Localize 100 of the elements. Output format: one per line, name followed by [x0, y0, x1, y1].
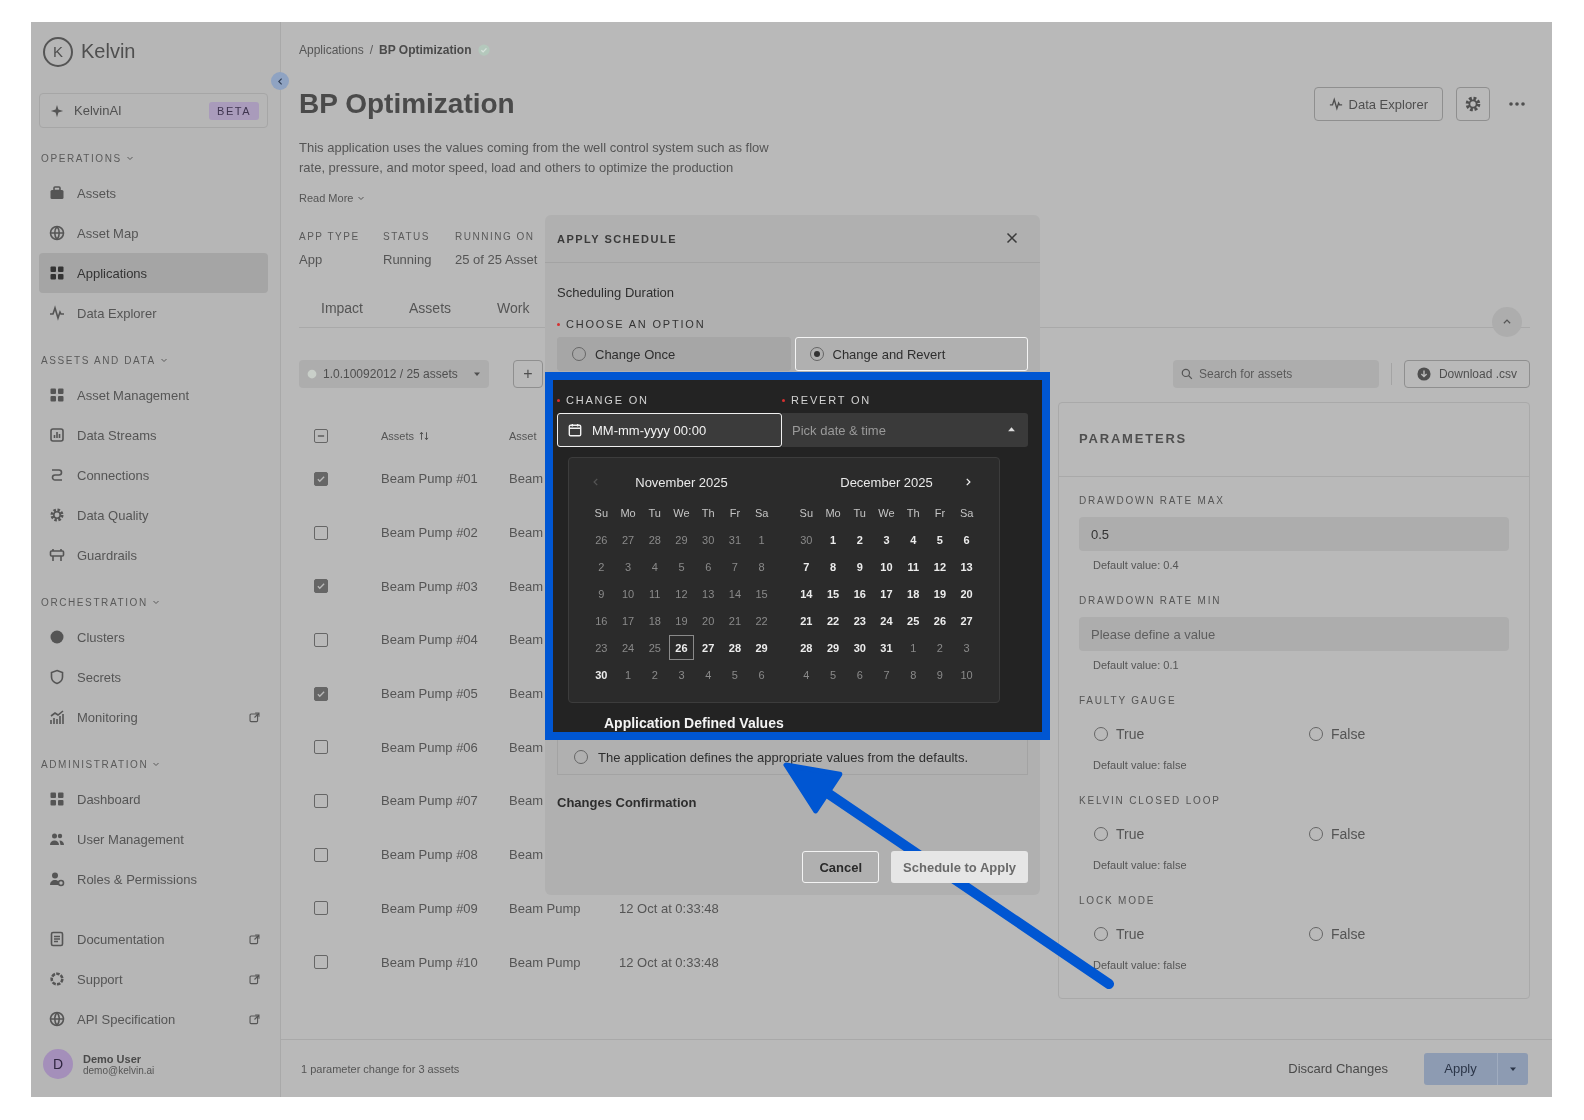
calendar-day[interactable]: 27 — [954, 608, 980, 633]
checkbox[interactable] — [314, 429, 328, 443]
weekday-label: Tu — [648, 507, 661, 519]
add-button[interactable]: + — [513, 360, 543, 388]
calendar-day[interactable]: 7 — [793, 554, 819, 579]
weekday-label: Mo — [620, 507, 636, 519]
breadcrumb-link[interactable]: Applications — [299, 43, 364, 57]
calendar-day[interactable]: 17 — [874, 581, 899, 606]
calendar-day[interactable]: 15 — [820, 581, 846, 606]
calendar-day[interactable]: 28 — [722, 635, 748, 660]
sidebar-item[interactable]: API Specification — [39, 999, 268, 1040]
option-card[interactable]: Change Once — [557, 337, 791, 371]
search-field[interactable]: Search for assets — [1172, 360, 1379, 388]
calendar-day[interactable]: 19 — [927, 581, 953, 606]
collapse-button[interactable] — [271, 72, 289, 90]
sidebar-item[interactable]: Dashboard — [39, 779, 268, 820]
read-more-link[interactable]: Read More — [299, 191, 354, 204]
collapse-button[interactable] — [1492, 307, 1522, 337]
sidebar-item[interactable]: Data Quality — [39, 495, 268, 536]
sidebar-item[interactable]: Clusters — [39, 617, 268, 658]
option-card[interactable]: Change and Revert — [794, 337, 1028, 371]
calendar-day[interactable]: 5 — [927, 527, 953, 552]
tab[interactable]: Assets — [409, 297, 452, 319]
checkbox[interactable] — [314, 955, 328, 970]
radio-option[interactable]: True — [1094, 926, 1309, 942]
input-field[interactable]: 0.5 — [1079, 517, 1509, 551]
calendar-day[interactable]: 6 — [954, 527, 980, 552]
sidebar-item[interactable]: Asset Management — [39, 375, 268, 416]
sidebar-item[interactable]: Support — [39, 959, 268, 1000]
discard-button[interactable]: Discard Changes — [1282, 1060, 1394, 1077]
calendar-day[interactable]: 25 — [900, 608, 926, 633]
data-explorer-button[interactable]: Data Explorer — [1313, 87, 1443, 121]
pulse-icon — [49, 305, 65, 322]
checkbox[interactable] — [314, 793, 328, 808]
sidebar-item[interactable]: Roles & Permissions — [39, 859, 268, 900]
version-select[interactable]: 1.0.10092012 / 25 assets — [299, 360, 489, 388]
checkbox[interactable] — [314, 632, 328, 647]
sidebar-item[interactable]: Asset Map — [39, 213, 268, 254]
calendar-day[interactable]: 10 — [874, 554, 899, 579]
radio-option[interactable]: False — [1309, 926, 1509, 942]
calendar-day[interactable]: 28 — [793, 635, 819, 660]
close-button[interactable] — [1006, 231, 1020, 246]
cancel-button[interactable]: Cancel — [802, 851, 880, 883]
checkbox[interactable] — [314, 686, 328, 701]
calendar-day[interactable]: 16 — [847, 581, 873, 606]
calendar-day[interactable]: 14 — [793, 581, 819, 606]
tab[interactable]: Work — [497, 297, 530, 319]
apply-button[interactable]: Apply — [1424, 1052, 1528, 1085]
calendar-day[interactable]: 9 — [847, 554, 873, 579]
sidebar-item[interactable]: User Management — [39, 819, 268, 860]
calendar-day[interactable]: 20 — [954, 581, 980, 606]
sidebar-item[interactable]: Monitoring — [39, 697, 268, 738]
calendar-day[interactable]: 23 — [847, 608, 873, 633]
calendar-day[interactable]: 26 — [669, 635, 694, 660]
sidebar-item[interactable]: Data Explorer — [39, 293, 268, 334]
radio-option[interactable]: True — [1094, 726, 1309, 742]
calendar-day[interactable]: 22 — [820, 608, 846, 633]
sidebar-item[interactable]: Guardrails — [39, 535, 268, 576]
calendar-day[interactable]: 29 — [749, 635, 775, 660]
date-field[interactable]: MM-mm-yyyy 00:00 — [557, 413, 782, 447]
radio-option[interactable]: False — [1309, 826, 1509, 842]
radio-option[interactable]: True — [1094, 826, 1309, 842]
checkbox[interactable] — [314, 579, 328, 594]
column-header[interactable]: Assets — [381, 430, 414, 442]
sidebar-item[interactable]: Connections — [39, 455, 268, 496]
radio-option[interactable]: False — [1309, 726, 1509, 742]
calendar-day[interactable]: 24 — [874, 608, 899, 633]
settings-button[interactable] — [1456, 87, 1490, 121]
calendar-day[interactable]: 8 — [820, 554, 846, 579]
checkbox[interactable] — [314, 525, 328, 540]
checkbox[interactable] — [314, 740, 328, 755]
calendar-day[interactable]: 12 — [927, 554, 953, 579]
calendar-day[interactable]: 31 — [874, 635, 899, 660]
calendar-day[interactable]: 29 — [820, 635, 846, 660]
sidebar-item[interactable]: Secrets — [39, 657, 268, 698]
calendar-day[interactable]: 13 — [954, 554, 980, 579]
calendar-day[interactable]: 27 — [695, 635, 721, 660]
calendar-day[interactable]: 2 — [847, 527, 873, 552]
calendar-day[interactable]: 4 — [900, 527, 926, 552]
checkbox[interactable] — [314, 901, 328, 916]
assistant-button[interactable]: KelvinAI BETA — [39, 92, 268, 129]
calendar-day[interactable]: 30 — [588, 662, 614, 687]
checkbox[interactable] — [314, 471, 328, 486]
checkbox[interactable] — [314, 847, 328, 862]
sidebar-item[interactable]: Documentation — [39, 919, 268, 960]
tab[interactable]: Impact — [321, 297, 363, 319]
calendar-day[interactable]: 11 — [900, 554, 926, 579]
sidebar-item[interactable]: Data Streams — [39, 415, 268, 456]
calendar-day[interactable]: 18 — [900, 581, 926, 606]
calendar-day[interactable]: 30 — [847, 635, 873, 660]
date-picker-field[interactable]: Pick date & time — [782, 413, 1028, 447]
chevron-up-icon — [1502, 317, 1512, 327]
calendar-day[interactable]: 1 — [820, 527, 846, 552]
input-field[interactable]: Please define a value — [1079, 617, 1509, 651]
sidebar-item[interactable]: Assets — [39, 173, 268, 214]
calendar-day[interactable]: 26 — [927, 608, 953, 633]
calendar-day[interactable]: 3 — [874, 527, 899, 552]
download-button[interactable]: Download .csv — [1403, 360, 1530, 388]
sidebar-item[interactable]: Applications — [39, 253, 268, 294]
calendar-day[interactable]: 21 — [793, 608, 819, 633]
